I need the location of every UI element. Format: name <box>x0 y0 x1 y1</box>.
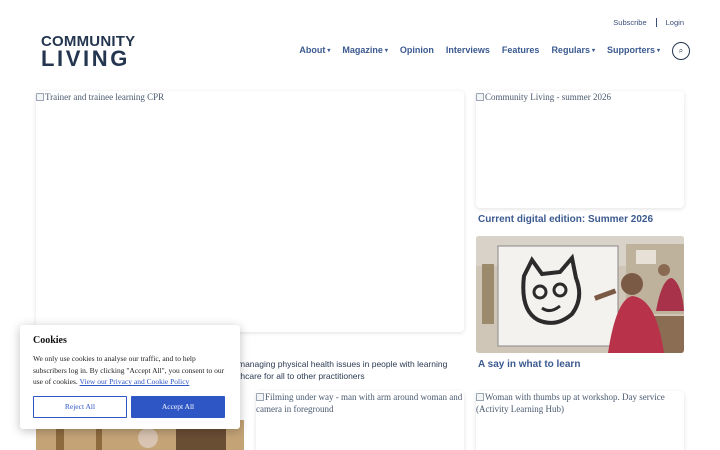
main-nav: About ▾ Magazine ▾ Opinion Interviews Feat… <box>287 45 660 55</box>
subscribe-link[interactable]: Subscribe <box>613 18 646 27</box>
nav-features[interactable]: Features <box>502 45 540 55</box>
utility-separator <box>655 18 657 27</box>
nav-opinion[interactable]: Opinion <box>400 45 434 55</box>
feature-excerpt: managing physical health issues in peopl… <box>238 359 448 382</box>
cookie-dialog: Cookies We only use cookies to analyse o… <box>20 325 240 429</box>
broken-image-icon <box>256 393 264 401</box>
cookie-text: We only use cookies to analyse our traff… <box>33 354 225 387</box>
nav-magazine[interactable]: Magazine ▾ <box>342 45 388 55</box>
feature-image-card[interactable]: Trainer and trainee learning CPR <box>36 91 464 332</box>
edition-image-card[interactable]: Community Living - summer 2026 <box>476 91 684 208</box>
privacy-policy-link[interactable]: View our Privacy and Cookie Policy <box>80 377 190 386</box>
logo-line-2: LIVING <box>41 46 130 71</box>
cookie-buttons: Reject All Accept All <box>33 395 227 418</box>
broken-image-icon <box>476 393 484 401</box>
nav-about[interactable]: About ▾ <box>299 45 330 55</box>
say-caption[interactable]: A say in what to learn <box>478 359 580 370</box>
filming-image-card[interactable]: Filming under way - man with arm around … <box>256 391 464 450</box>
login-link[interactable]: Login <box>666 18 684 27</box>
edition-image: Community Living - summer 2026 <box>476 91 684 104</box>
edition-caption[interactable]: Current digital edition: Summer 2026 <box>478 214 653 225</box>
thumbs-image: Woman with thumbs up at workshop. Day se… <box>476 392 665 414</box>
search-button[interactable]: ⌕ <box>672 42 690 60</box>
site-logo[interactable]: COMMUNITY LIVING <box>41 34 135 70</box>
broken-image-icon <box>476 93 484 101</box>
reject-all-button[interactable]: Reject All <box>33 395 127 418</box>
filming-image: Filming under way - man with arm around … <box>256 392 463 414</box>
chevron-down-icon: ▾ <box>591 48 595 54</box>
cookie-title: Cookies <box>33 335 67 346</box>
feature-image: Trainer and trainee learning CPR <box>36 91 464 104</box>
chevron-down-icon: ▾ <box>384 48 388 54</box>
painting-photo[interactable] <box>476 236 684 353</box>
nav-regulars[interactable]: Regulars ▾ <box>551 45 595 55</box>
painting-illustration <box>476 236 684 353</box>
utility-bar: Subscribe Login <box>613 18 684 27</box>
nav-supporters[interactable]: Supporters ▾ <box>607 45 660 55</box>
chevron-down-icon: ▾ <box>656 48 660 54</box>
nav-interviews[interactable]: Interviews <box>446 45 490 55</box>
broken-image-icon <box>36 93 44 101</box>
search-icon: ⌕ <box>678 46 684 55</box>
chevron-down-icon: ▾ <box>327 48 331 54</box>
accept-all-button[interactable]: Accept All <box>131 395 225 418</box>
thumbs-image-card[interactable]: Woman with thumbs up at workshop. Day se… <box>476 391 684 450</box>
